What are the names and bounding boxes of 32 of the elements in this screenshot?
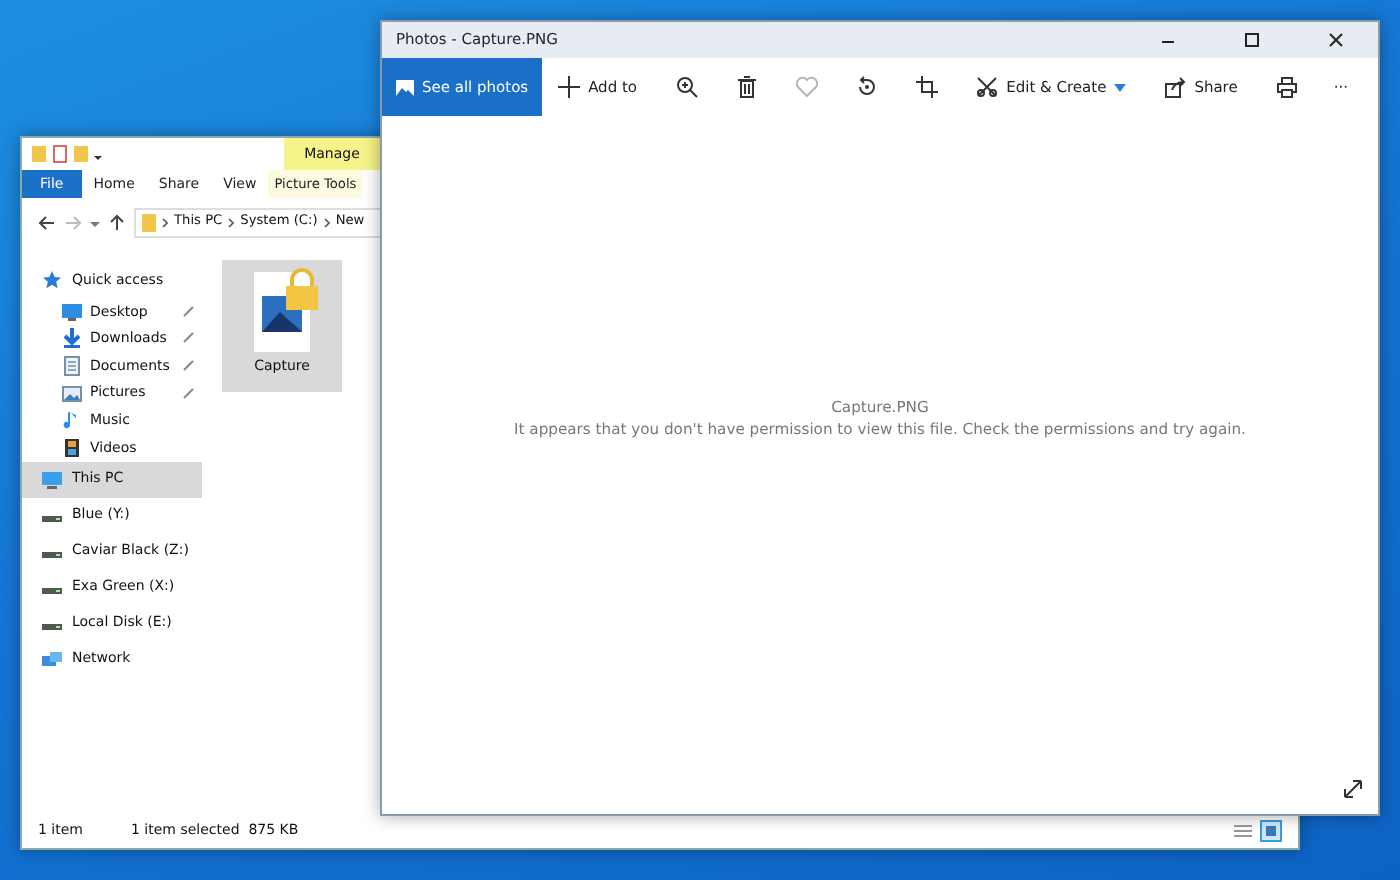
up-arrow-icon[interactable]	[108, 213, 126, 231]
resize-icon[interactable]	[1340, 776, 1366, 802]
chevron-icon	[228, 217, 235, 227]
photos-icon	[396, 79, 414, 95]
scissors-icon	[976, 76, 999, 98]
desktop-icon	[62, 301, 82, 322]
chevron-icon	[323, 217, 330, 227]
download-icon	[62, 328, 82, 349]
trash-icon	[736, 76, 759, 98]
document-icon	[62, 355, 82, 376]
back-arrow-icon[interactable]	[38, 213, 56, 231]
computer-icon	[42, 469, 62, 490]
zoom-in-icon	[676, 76, 699, 98]
caret-icon	[1114, 83, 1127, 91]
star-icon	[42, 270, 62, 290]
folder-icon	[142, 212, 156, 232]
plus-icon	[558, 76, 581, 98]
heart-icon	[796, 76, 819, 98]
rotate-icon	[856, 76, 879, 98]
film-icon	[62, 437, 82, 458]
share-icon	[1164, 76, 1187, 98]
pictures-icon	[62, 383, 82, 404]
chevron-icon	[162, 217, 168, 227]
crop-icon	[916, 76, 939, 98]
tiles-view-icon[interactable]	[1260, 819, 1282, 841]
printer-icon	[1275, 76, 1298, 98]
music-note-icon	[62, 410, 82, 431]
close-icon	[1326, 32, 1346, 49]
quick-access-toolbar-icon[interactable]	[26, 144, 106, 164]
maximize-icon	[1242, 32, 1262, 49]
details-view-icon[interactable]	[1234, 821, 1252, 839]
network-icon	[42, 649, 62, 670]
